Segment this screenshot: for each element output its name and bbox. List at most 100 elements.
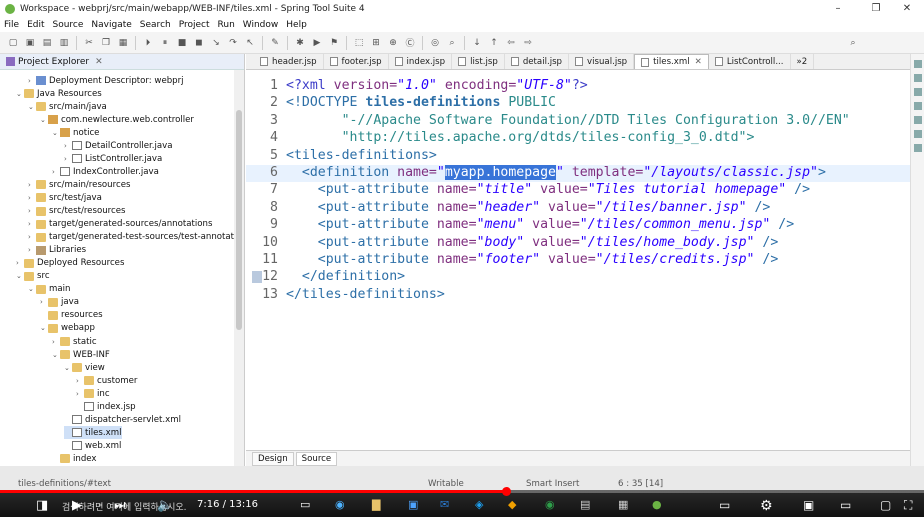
tree-item[interactable]: › customer bbox=[76, 374, 137, 387]
step-into-icon[interactable]: ↘ bbox=[209, 36, 223, 50]
tree-item[interactable]: ⌄ notice bbox=[52, 126, 99, 139]
menu-edit[interactable]: Edit bbox=[27, 20, 44, 30]
editor-tab[interactable]: visual.jsp bbox=[569, 54, 635, 69]
chevron-right-icon[interactable]: › bbox=[40, 298, 48, 306]
task-list-icon[interactable] bbox=[914, 74, 922, 82]
tree-item[interactable]: web.xml bbox=[64, 439, 121, 452]
outline-icon[interactable] bbox=[914, 60, 922, 68]
explorer-scrollbar[interactable] bbox=[234, 70, 244, 466]
tree-item[interactable]: › target/generated-sources/annotations bbox=[28, 218, 212, 231]
editor-tab[interactable]: list.jsp bbox=[452, 54, 505, 69]
theater-mode-icon[interactable]: ▭ bbox=[840, 498, 851, 512]
cut-icon[interactable]: ✂ bbox=[82, 36, 96, 50]
progress-view-icon[interactable] bbox=[914, 144, 922, 152]
video-progress-bar[interactable] bbox=[0, 487, 924, 496]
search-view-icon[interactable] bbox=[914, 130, 922, 138]
store-icon[interactable]: ▣ bbox=[408, 498, 418, 511]
search-icon[interactable]: ⌕ bbox=[445, 36, 459, 50]
servers-icon[interactable] bbox=[914, 116, 922, 124]
chevron-down-icon[interactable]: ⌄ bbox=[52, 351, 60, 359]
code-line[interactable]: 6 <definition name="myapp.homepage" temp… bbox=[246, 165, 910, 182]
code-editor[interactable]: 1 <?xml version="1.0" encoding="UTF-8"?> 2… bbox=[246, 70, 910, 450]
code-line[interactable]: 10 <put-attribute name="body" value="/ti… bbox=[246, 235, 910, 252]
close-icon[interactable]: ✕ bbox=[890, 0, 924, 17]
chevron-right-icon[interactable]: › bbox=[16, 259, 24, 267]
miniplayer-icon[interactable]: ▣ bbox=[803, 498, 814, 512]
menu-navigate[interactable]: Navigate bbox=[91, 20, 131, 30]
tree-item[interactable]: › src/main/resources bbox=[28, 178, 130, 191]
new-package-icon[interactable]: ⊕ bbox=[386, 36, 400, 50]
menu-project[interactable]: Project bbox=[179, 20, 210, 30]
edge-icon[interactable]: ◉ bbox=[335, 498, 345, 511]
skip-icon[interactable]: ⏵ bbox=[141, 36, 155, 50]
tree-item[interactable]: › IndexController.java bbox=[52, 165, 159, 178]
chevron-right-icon[interactable]: › bbox=[28, 246, 36, 254]
code-line[interactable]: 1 <?xml version="1.0" encoding="UTF-8"?> bbox=[246, 78, 910, 95]
tree-item[interactable]: ⌄ main bbox=[28, 283, 70, 296]
tab-source[interactable]: Source bbox=[295, 451, 338, 466]
editor-tab[interactable]: ListControll... bbox=[709, 54, 791, 69]
tree-item[interactable]: ⌄ view bbox=[64, 361, 105, 374]
annotation-prev-icon[interactable]: ↑ bbox=[487, 36, 501, 50]
tree-item[interactable]: dispatcher-servlet.xml bbox=[64, 413, 181, 426]
editor-tab[interactable]: index.jsp bbox=[389, 54, 453, 69]
code-line[interactable]: 4 "http://tiles.apache.org/dtds/tiles-co… bbox=[246, 130, 910, 147]
tree-item[interactable]: › java bbox=[40, 296, 79, 309]
code-line[interactable]: 11 <put-attribute name="footer" value="/… bbox=[246, 252, 910, 269]
chevron-right-icon[interactable]: › bbox=[28, 220, 36, 228]
chevron-down-icon[interactable]: ⌄ bbox=[64, 364, 72, 372]
tree-item[interactable]: › Deployment Descriptor: webprj bbox=[28, 74, 184, 87]
cast-icon[interactable]: ▢ bbox=[880, 498, 891, 512]
external-tools-icon[interactable]: ⚑ bbox=[327, 36, 341, 50]
new-java-project-icon[interactable]: ⊞ bbox=[369, 36, 383, 50]
play-icon[interactable]: ▶ bbox=[72, 498, 82, 513]
tree-item[interactable]: ⌄ webapp bbox=[40, 322, 95, 335]
tree-item[interactable]: ⌄ Java Resources bbox=[16, 87, 102, 100]
chevron-down-icon[interactable]: ⌄ bbox=[40, 324, 48, 332]
editor-tab[interactable]: »2 bbox=[791, 54, 815, 69]
app-icon-5[interactable]: ▦ bbox=[618, 498, 628, 511]
chevron-right-icon[interactable]: › bbox=[76, 390, 84, 398]
settings-gear-icon[interactable]: ⚙ bbox=[760, 498, 773, 514]
chevron-right-icon[interactable]: › bbox=[52, 338, 60, 346]
mail-icon[interactable]: ✉ bbox=[440, 498, 449, 511]
tree-item[interactable]: ⌄ com.newlecture.web.controller bbox=[40, 113, 194, 126]
suspend-icon[interactable]: ■ bbox=[175, 36, 189, 50]
copy-icon[interactable]: ❐ bbox=[99, 36, 113, 50]
resume-icon[interactable]: ⏸ bbox=[158, 36, 172, 50]
console-icon[interactable] bbox=[914, 88, 922, 96]
new-class-icon[interactable]: Ⓒ bbox=[403, 36, 417, 50]
file-explorer-icon[interactable]: ▇ bbox=[372, 498, 380, 511]
chevron-right-icon[interactable]: › bbox=[64, 142, 72, 150]
new-icon[interactable]: ▢ bbox=[6, 36, 20, 50]
save-icon[interactable]: ▣ bbox=[23, 36, 37, 50]
chevron-down-icon[interactable]: ⌄ bbox=[16, 272, 24, 280]
code-line[interactable]: 3 "-//Apache Software Foundation//DTD Ti… bbox=[246, 113, 910, 130]
editor-tab[interactable]: tiles.xml ✕ bbox=[634, 54, 709, 69]
tree-item[interactable]: resources bbox=[40, 309, 103, 322]
code-line[interactable]: 12 </definition> bbox=[246, 269, 910, 286]
chevron-right-icon[interactable]: › bbox=[76, 377, 84, 385]
problems-icon[interactable] bbox=[914, 102, 922, 110]
close-tab-icon[interactable]: ✕ bbox=[695, 57, 702, 67]
next-icon[interactable]: ⏭ bbox=[114, 498, 126, 513]
tab-design[interactable]: Design bbox=[252, 451, 294, 466]
explorer-title[interactable]: Project Explorer bbox=[18, 57, 89, 67]
chevron-right-icon[interactable]: › bbox=[64, 155, 72, 163]
print-icon[interactable]: ▥ bbox=[57, 36, 71, 50]
code-line[interactable]: 13 </tiles-definitions> bbox=[246, 287, 910, 304]
volume-icon[interactable]: 🔈 bbox=[157, 498, 173, 513]
back-icon[interactable]: ⇦ bbox=[504, 36, 518, 50]
step-return-icon[interactable]: ↖ bbox=[243, 36, 257, 50]
tree-item[interactable]: index.jsp bbox=[76, 400, 136, 413]
close-icon[interactable]: ✕ bbox=[95, 57, 103, 67]
code-line[interactable]: 9 <put-attribute name="menu" value="/til… bbox=[246, 217, 910, 234]
tree-item[interactable]: tiles.xml bbox=[64, 426, 122, 440]
code-line[interactable]: 8 <put-attribute name="header" value="/t… bbox=[246, 200, 910, 217]
save-all-icon[interactable]: ▤ bbox=[40, 36, 54, 50]
chevron-down-icon[interactable]: ⌄ bbox=[28, 103, 36, 111]
editor-tab[interactable]: detail.jsp bbox=[505, 54, 570, 69]
annotation-next-icon[interactable]: ↓ bbox=[470, 36, 484, 50]
chevron-down-icon[interactable]: ⌄ bbox=[40, 116, 48, 124]
terminate-icon[interactable]: ◼ bbox=[192, 36, 206, 50]
